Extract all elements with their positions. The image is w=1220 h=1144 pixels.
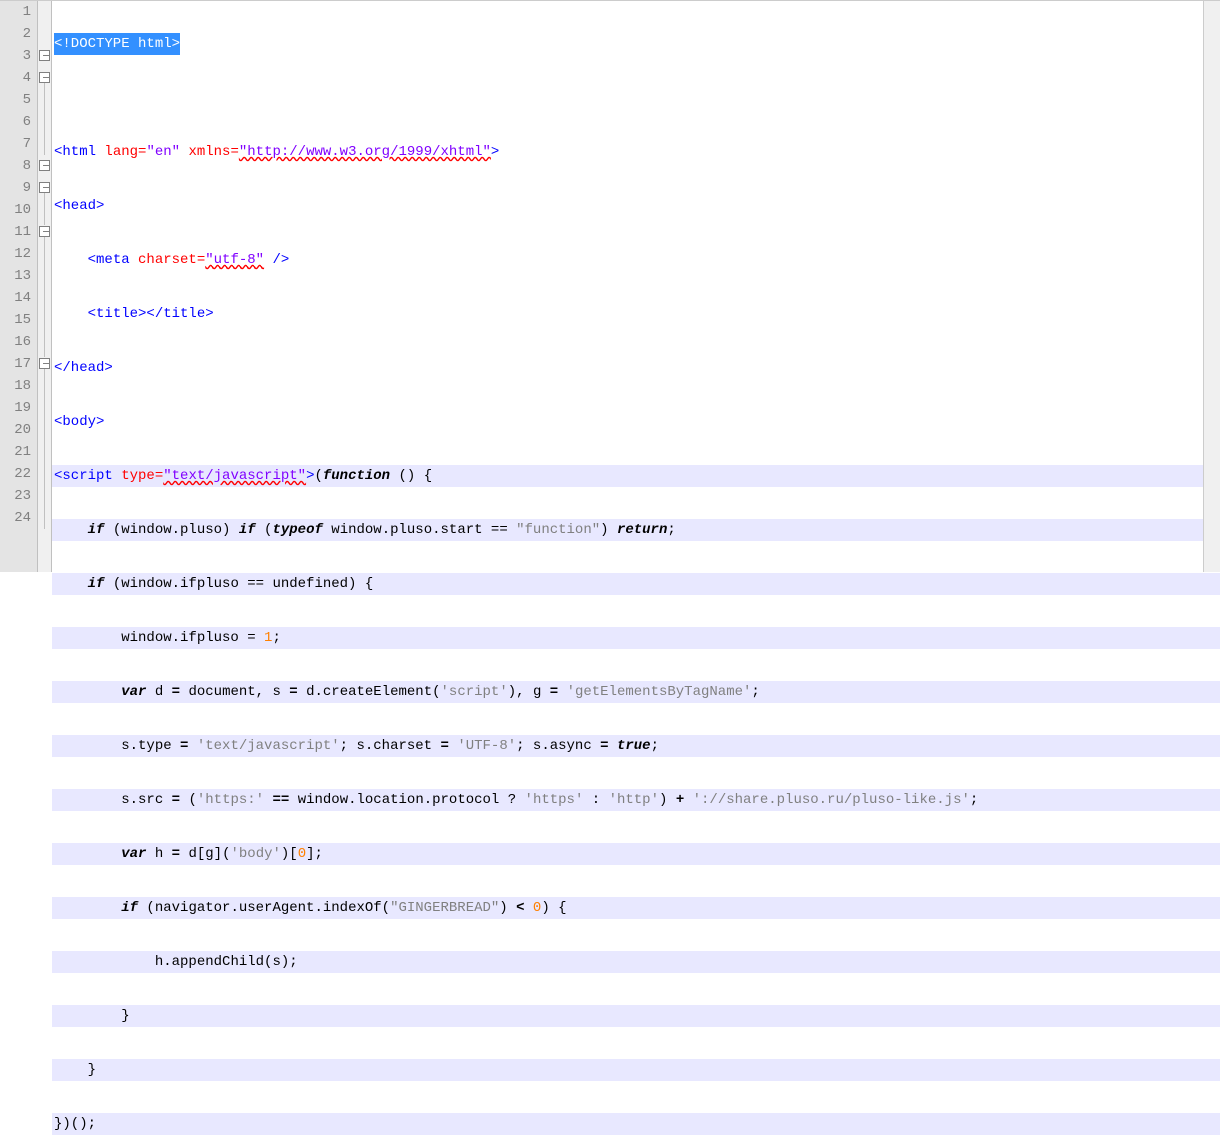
- code-line: var h = d[g]('body')[0];: [52, 843, 1220, 865]
- line-number: 22: [0, 463, 31, 485]
- code-line: <!DOCTYPE html>: [52, 33, 1220, 55]
- line-number: 2: [0, 23, 31, 45]
- line-number: 6: [0, 111, 31, 133]
- line-number: 5: [0, 89, 31, 111]
- fold-toggle-icon[interactable]: [39, 50, 50, 61]
- fold-guide: [44, 83, 45, 155]
- code-line: <head>: [52, 195, 1220, 217]
- line-number: 8: [0, 155, 31, 177]
- line-number: 10: [0, 199, 31, 221]
- code-line: s.src = ('https:' == window.location.pro…: [52, 789, 1220, 811]
- code-line: <body>: [52, 411, 1220, 433]
- fold-toggle-icon[interactable]: [39, 358, 50, 369]
- line-number: 19: [0, 397, 31, 419]
- line-number: 17: [0, 353, 31, 375]
- line-number: 16: [0, 331, 31, 353]
- code-line: }: [52, 1005, 1220, 1027]
- code-line: <meta charset="utf-8" />: [52, 249, 1220, 271]
- line-number: 18: [0, 375, 31, 397]
- line-number: 1: [0, 1, 31, 23]
- code-line: h.appendChild(s);: [52, 951, 1220, 973]
- code-area[interactable]: <!DOCTYPE html> <html lang="en" xmlns="h…: [52, 1, 1220, 572]
- selection: <!DOCTYPE html>: [54, 33, 180, 55]
- fold-guide: [44, 237, 45, 357]
- code-line: if (window.ifpluso == undefined) {: [52, 573, 1220, 595]
- line-gutter: 1 2 3 4 5 6 7 8 9 10 11 12 13 14 15 16 1…: [0, 1, 38, 572]
- fold-column: [38, 1, 52, 572]
- fold-toggle-icon[interactable]: [39, 226, 50, 237]
- fold-toggle-icon[interactable]: [39, 72, 50, 83]
- line-number: 23: [0, 485, 31, 507]
- code-line: <html lang="en" xmlns="http://www.w3.org…: [52, 141, 1220, 163]
- line-number: 11: [0, 221, 31, 243]
- fold-guide: [44, 369, 45, 529]
- line-number: 20: [0, 419, 31, 441]
- line-number: 21: [0, 441, 31, 463]
- code-line: var d = document, s = d.createElement('s…: [52, 681, 1220, 703]
- line-number: 15: [0, 309, 31, 331]
- code-editor[interactable]: 1 2 3 4 5 6 7 8 9 10 11 12 13 14 15 16 1…: [0, 0, 1220, 572]
- line-number: 3: [0, 45, 31, 67]
- fold-toggle-icon[interactable]: [39, 182, 50, 193]
- code-line: window.ifpluso = 1;: [52, 627, 1220, 649]
- code-line: if (window.pluso) if (typeof window.plus…: [52, 519, 1220, 541]
- line-number: 12: [0, 243, 31, 265]
- code-line: [52, 87, 1220, 109]
- line-number: 13: [0, 265, 31, 287]
- code-line: <script type="text/javascript">(function…: [52, 465, 1220, 487]
- code-line: }: [52, 1059, 1220, 1081]
- line-number: 24: [0, 507, 31, 529]
- fold-toggle-icon[interactable]: [39, 160, 50, 171]
- line-number: 4: [0, 67, 31, 89]
- code-line: s.type = 'text/javascript'; s.charset = …: [52, 735, 1220, 757]
- code-line: if (navigator.userAgent.indexOf("GINGERB…: [52, 897, 1220, 919]
- line-number: 14: [0, 287, 31, 309]
- line-number: 9: [0, 177, 31, 199]
- code-line: </head>: [52, 357, 1220, 379]
- fold-guide: [44, 193, 45, 225]
- code-line: <title></title>: [52, 303, 1220, 325]
- vertical-scrollbar[interactable]: [1203, 1, 1220, 572]
- line-number: 7: [0, 133, 31, 155]
- code-line: })();: [52, 1113, 1220, 1135]
